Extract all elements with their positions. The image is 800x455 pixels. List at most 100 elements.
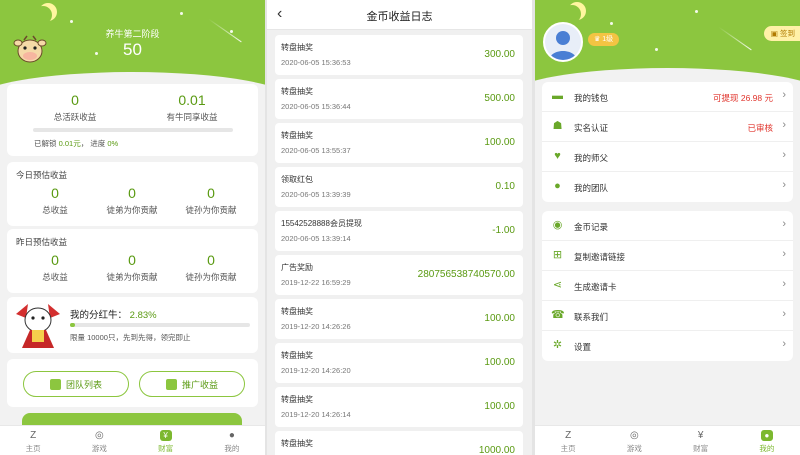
profile-menu-secondary: ◉ 金币记录 › ⊞ 复制邀请链接 › ⋖ 生成邀请卡 › ☎ 联系我们 › ✲ 设置 › <box>542 211 793 361</box>
menu-item-wallet[interactable]: ▬ 我的钱包 可提现 26.98 元 › <box>542 82 793 112</box>
log-title: 转盘抽奖 <box>281 395 313 404</box>
list-item[interactable]: 转盘抽奖 2020-06-05 13:55:37 100.00 <box>275 123 523 163</box>
id-card-icon: ☗ <box>552 120 563 132</box>
list-item[interactable]: 领取红包 2020-06-05 13:39:39 0.10 <box>275 167 523 207</box>
dividend-note: 限量 10000只，先到先得，领完即止 <box>70 333 191 342</box>
tab-mine[interactable]: ● 我的 <box>199 426 265 455</box>
log-value: 100.00 <box>484 401 515 412</box>
bottom-tab-bar: Z 主页 ◎ 游戏 ¥ 财富 ● 我的 <box>0 425 265 455</box>
money-bag-icon: ¥ <box>697 430 704 441</box>
unlocked-prefix: 已解锁 <box>34 139 57 148</box>
coin-log-navbar: ‹ 金币收益日志 <box>267 0 532 30</box>
money-bag-icon: ¥ <box>159 430 172 441</box>
log-value: 500.00 <box>484 93 515 104</box>
tab-games[interactable]: ◎ 游戏 <box>66 426 132 455</box>
menu-item-contact-us[interactable]: ☎ 联系我们 › <box>542 301 793 331</box>
today-estimate-card: 今日预估收益 0 总收益 0 徒弟为你贡献 0 徒孙为你贡献 <box>7 162 258 226</box>
star-icon <box>655 48 658 51</box>
z-logo-icon: Z <box>30 430 37 441</box>
log-value: 300.00 <box>484 49 515 60</box>
action-buttons-card: 团队列表 推广收益 <box>7 359 258 407</box>
team-list-label: 团队列表 <box>65 379 102 390</box>
gear-icon: ✲ <box>552 339 563 351</box>
menu-item-master[interactable]: ♥ 我的师父 › <box>542 142 793 172</box>
moon-icon <box>563 5 581 23</box>
tab-wealth[interactable]: ¥ 财富 <box>668 426 734 455</box>
chevron-right-icon: › <box>782 248 786 260</box>
yesterday-total-label: 总收益 <box>42 272 68 282</box>
yesterday-grand-apprentice-label: 徒孙为你贡献 <box>185 272 237 282</box>
list-item[interactable]: 转盘抽奖 2020-06-05 15:36:44 500.00 <box>275 79 523 119</box>
list-item[interactable]: 15542528888会员提现 2020-06-05 13:39:14 -1.00 <box>275 211 523 251</box>
today-grand-apprentice-label: 徒孙为你贡献 <box>185 205 237 215</box>
log-title: 转盘抽奖 <box>281 307 313 316</box>
menu-item-verification[interactable]: ☗ 实名认证 已审核 › <box>542 112 793 142</box>
list-item[interactable]: 转盘抽奖 1000.00 <box>275 431 523 455</box>
wallet-icon: ▬ <box>552 90 563 102</box>
log-value: 100.00 <box>484 137 515 148</box>
list-item[interactable]: 转盘抽奖 2019-12-20 14:26:14 100.00 <box>275 387 523 427</box>
log-title: 转盘抽奖 <box>281 351 313 360</box>
master-icon: ♥ <box>554 150 561 162</box>
sign-in-button[interactable]: ▣ 签到 <box>763 26 800 41</box>
page-title: 金币收益日志 <box>366 11 433 23</box>
coin-log-screen: ‹ 金币收益日志 转盘抽奖 2020-06-05 15:36:53 300.00 转… <box>267 0 532 455</box>
tab-home[interactable]: Z 主页 <box>535 426 601 455</box>
log-title: 领取红包 <box>281 175 313 184</box>
screenshot-collage: 养牛第二阶段 50 0 总活跃收益 0.01 有牛同享收益 已解锁 0.01元，… <box>0 0 800 455</box>
active-income-label: 总活跃收益 <box>53 112 97 122</box>
chevron-right-icon: › <box>782 179 786 191</box>
today-total-value: 0 <box>51 185 59 201</box>
promo-income-label: 推广收益 <box>181 379 218 390</box>
shooting-star-icon <box>718 26 752 51</box>
dividend-cow-mascot-icon <box>16 304 60 348</box>
coins-icon: ◉ <box>552 219 563 231</box>
log-date: 2020-06-05 13:55:37 <box>281 146 351 155</box>
log-date: 2020-06-05 13:39:39 <box>281 190 351 199</box>
default-avatar-icon <box>545 24 581 60</box>
menu-item-copy-invite-link[interactable]: ⊞ 复制邀请链接 › <box>542 241 793 271</box>
menu-label: 实名认证 <box>574 123 609 133</box>
tab-mine[interactable]: ● 我的 <box>734 426 800 455</box>
menu-label: 联系我们 <box>574 312 609 322</box>
menu-item-invite-card[interactable]: ⋖ 生成邀请卡 › <box>542 271 793 301</box>
chevron-right-icon: › <box>782 278 786 290</box>
user-icon: ● <box>228 430 235 441</box>
dividend-progress-bar <box>70 323 250 327</box>
tab-wealth[interactable]: ¥ 财富 <box>133 426 199 455</box>
log-date: 2019-12-20 14:26:26 <box>281 322 351 331</box>
menu-label: 生成邀请卡 <box>574 282 617 292</box>
today-grand-apprentice-value: 0 <box>207 185 215 201</box>
log-value: 100.00 <box>484 313 515 324</box>
log-date: 2020-06-05 13:39:14 <box>281 234 351 243</box>
menu-label: 金币记录 <box>574 222 609 232</box>
log-date: 2019-12-20 14:26:14 <box>281 410 351 419</box>
log-value: 100.00 <box>484 357 515 368</box>
tab-home-label: 主页 <box>25 444 41 453</box>
team-list-button[interactable]: 团队列表 <box>23 371 129 397</box>
avatar[interactable] <box>543 22 583 62</box>
list-item[interactable]: 转盘抽奖 2020-06-05 15:36:53 300.00 <box>275 35 523 75</box>
tab-mine-label: 我的 <box>224 444 240 453</box>
log-date: 2020-06-05 15:36:53 <box>281 58 351 67</box>
gamepad-icon: ◎ <box>630 430 639 441</box>
dividend-card: 我的分红牛： 2.83% 限量 10000只，先到先得，领完即止 <box>7 297 258 353</box>
log-title: 广告奖励 <box>281 263 313 272</box>
tab-home[interactable]: Z 主页 <box>0 426 66 455</box>
promo-income-button[interactable]: 推广收益 <box>139 371 245 397</box>
log-date: 2019-12-22 16:59:29 <box>281 278 351 287</box>
team-icon <box>49 378 61 390</box>
chevron-right-icon: › <box>782 149 786 161</box>
z-logo-icon: Z <box>565 430 572 441</box>
menu-item-team[interactable]: ● 我的团队 › <box>542 172 793 202</box>
list-item[interactable]: 广告奖励 2019-12-22 16:59:29 280756538740570.0… <box>275 255 523 295</box>
bottom-tab-bar: Z 主页 ◎ 游戏 ¥ 财富 ● 我的 <box>535 425 800 455</box>
crown-icon: ♛ <box>594 36 603 43</box>
menu-label: 复制邀请链接 <box>574 252 626 262</box>
menu-item-coin-records[interactable]: ◉ 金币记录 › <box>542 211 793 241</box>
tab-games[interactable]: ◎ 游戏 <box>601 426 667 455</box>
list-item[interactable]: 转盘抽奖 2019-12-20 14:26:26 100.00 <box>275 299 523 339</box>
star-icon <box>180 12 183 15</box>
menu-item-settings[interactable]: ✲ 设置 › <box>542 331 793 361</box>
list-item[interactable]: 转盘抽奖 2019-12-20 14:26:20 100.00 <box>275 343 523 383</box>
